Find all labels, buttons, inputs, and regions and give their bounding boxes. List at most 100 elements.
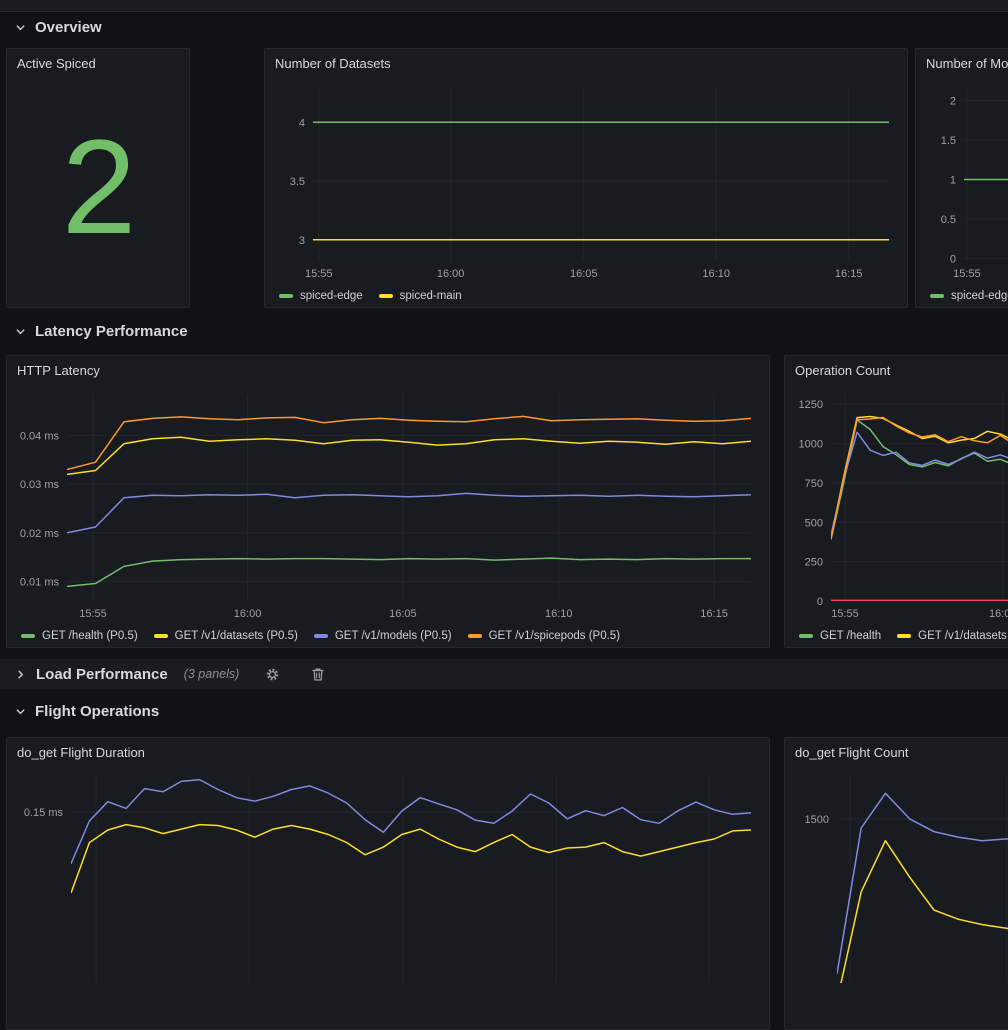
flight-duration-chart[interactable]: 0.15 ms	[15, 768, 761, 1005]
chevron-right-icon	[14, 668, 26, 680]
panel-number-of-models: Number of Models 00.511.5215:5516:0016:0…	[915, 48, 1008, 308]
section-load-performance[interactable]: Load Performance (3 panels)	[0, 659, 1008, 689]
panel-title[interactable]: Active Spiced	[15, 49, 181, 79]
svg-text:16:00: 16:00	[234, 608, 262, 620]
legend-swatch	[279, 294, 293, 298]
svg-text:1250: 1250	[799, 399, 823, 411]
legend-swatch	[21, 634, 35, 638]
svg-text:250: 250	[805, 557, 823, 569]
panel-do-get-flight-count: do_get Flight Count 1500	[784, 737, 1008, 1030]
svg-text:750: 750	[805, 478, 823, 490]
svg-text:16:15: 16:15	[700, 608, 728, 620]
chevron-down-icon	[14, 21, 26, 33]
svg-text:15:55: 15:55	[305, 268, 333, 280]
legend-label: spiced-main	[400, 290, 462, 302]
svg-text:4: 4	[299, 117, 305, 129]
panel-title[interactable]: do_get Flight Duration	[15, 738, 761, 768]
legend-swatch	[897, 634, 911, 638]
chart-legend: GET /health GET /v1/datasets	[793, 623, 1008, 648]
legend-label: GET /v1/spicepods (P0.5)	[489, 630, 620, 642]
svg-text:15:55: 15:55	[953, 268, 981, 280]
legend-item[interactable]: GET /v1/datasets	[897, 630, 1007, 642]
chevron-down-icon	[14, 705, 26, 717]
svg-text:1: 1	[950, 175, 956, 187]
legend-item[interactable]: GET /health	[799, 630, 881, 642]
panel-title[interactable]: Number of Models	[924, 49, 1008, 79]
panel-number-of-datasets: Number of Datasets 3 3.5 4 15:55 16:00 16:05 1…	[264, 48, 908, 308]
svg-text:0.03 ms: 0.03 ms	[20, 479, 60, 491]
chart-legend: GET /health (P0.5) GET /v1/datasets (P0.5…	[15, 623, 761, 648]
legend-swatch	[468, 634, 482, 638]
http-latency-chart[interactable]: 0.01 ms0.02 ms0.03 ms0.04 ms15:5516:0016…	[15, 386, 761, 623]
panel-title[interactable]: Number of Datasets	[273, 49, 899, 79]
legend-label: GET /health (P0.5)	[42, 630, 138, 642]
svg-text:16:00: 16:00	[437, 268, 465, 280]
trash-icon[interactable]	[309, 665, 327, 683]
chart-legend: spiced-edge spiced-main	[273, 283, 899, 308]
legend-label: GET /v1/models (P0.5)	[335, 630, 452, 642]
legend-label: GET /v1/datasets	[918, 630, 1007, 642]
section-flight-operations[interactable]: Flight Operations	[14, 700, 159, 722]
section-overview[interactable]: Overview	[14, 16, 102, 38]
section-latency-performance[interactable]: Latency Performance	[14, 320, 188, 342]
svg-text:0: 0	[817, 596, 823, 608]
legend-item[interactable]: GET /health (P0.5)	[21, 630, 138, 642]
svg-text:16:05: 16:05	[389, 608, 417, 620]
panel-active-spiced: Active Spiced 2	[6, 48, 190, 308]
section-title: Flight Operations	[35, 703, 159, 720]
gear-icon[interactable]	[263, 665, 281, 683]
svg-text:1.5: 1.5	[941, 135, 956, 147]
stat-value: 2	[15, 79, 181, 295]
svg-text:0.15 ms: 0.15 ms	[24, 807, 64, 819]
legend-swatch	[154, 634, 168, 638]
legend-swatch	[314, 634, 328, 638]
section-title: Overview	[35, 19, 102, 36]
svg-text:1500: 1500	[805, 814, 829, 826]
legend-item[interactable]: GET /v1/spicepods (P0.5)	[468, 630, 620, 642]
panel-title[interactable]: Operation Count	[793, 356, 1008, 386]
legend-swatch	[379, 294, 393, 298]
svg-text:15:55: 15:55	[79, 608, 107, 620]
svg-text:3.5: 3.5	[290, 176, 305, 188]
legend-label: spiced-edge	[300, 290, 363, 302]
svg-text:0.02 ms: 0.02 ms	[20, 528, 60, 540]
chart-legend	[15, 1005, 761, 1030]
flight-count-chart[interactable]: 1500	[793, 768, 1008, 1005]
panel-title[interactable]: do_get Flight Count	[793, 738, 1008, 768]
legend-item[interactable]: GET /v1/datasets (P0.5)	[154, 630, 298, 642]
datasets-chart[interactable]: 3 3.5 4 15:55 16:00 16:05 16:10 16:15	[273, 79, 899, 283]
panel-count-label: (3 panels)	[184, 667, 240, 681]
panel-title[interactable]: HTTP Latency	[15, 356, 761, 386]
svg-text:16:10: 16:10	[545, 608, 573, 620]
svg-text:16:00: 16:00	[989, 608, 1008, 620]
svg-text:3: 3	[299, 235, 305, 247]
panel-http-latency: HTTP Latency 0.01 ms0.02 ms0.03 ms0.04 m…	[6, 355, 770, 648]
svg-text:16:10: 16:10	[702, 268, 730, 280]
legend-item[interactable]: spiced-edge	[930, 290, 1008, 302]
legend-swatch	[799, 634, 813, 638]
svg-text:2: 2	[950, 95, 956, 107]
svg-text:500: 500	[805, 517, 823, 529]
panel-operation-count: Operation Count 0 250 500 750 1000 1250 15:55 1…	[784, 355, 1008, 648]
chart-legend: spiced-edge	[924, 283, 1008, 308]
legend-item[interactable]: spiced-edge	[279, 290, 363, 302]
legend-item[interactable]: spiced-main	[379, 290, 462, 302]
svg-text:1000: 1000	[799, 439, 823, 451]
panel-do-get-flight-duration: do_get Flight Duration 0.15 ms	[6, 737, 770, 1030]
svg-text:16:05: 16:05	[570, 268, 598, 280]
models-chart[interactable]: 00.511.5215:5516:0016:0516:1016:15	[924, 79, 1008, 283]
svg-text:0: 0	[950, 254, 956, 266]
legend-label: GET /v1/datasets (P0.5)	[175, 630, 298, 642]
section-title: Load Performance	[36, 666, 168, 683]
svg-text:16:15: 16:15	[835, 268, 863, 280]
svg-text:0.5: 0.5	[941, 214, 956, 226]
chevron-down-icon	[14, 325, 26, 337]
operation-count-chart[interactable]: 02505007501000125015:5516:0016:0516:1016…	[793, 386, 1008, 623]
top-bar	[0, 0, 1008, 12]
legend-label: spiced-edge	[951, 290, 1008, 302]
svg-text:0.01 ms: 0.01 ms	[20, 577, 60, 589]
chart-legend	[793, 1005, 1008, 1030]
legend-item[interactable]: GET /v1/models (P0.5)	[314, 630, 452, 642]
svg-text:15:55: 15:55	[831, 608, 859, 620]
section-title: Latency Performance	[35, 323, 188, 340]
